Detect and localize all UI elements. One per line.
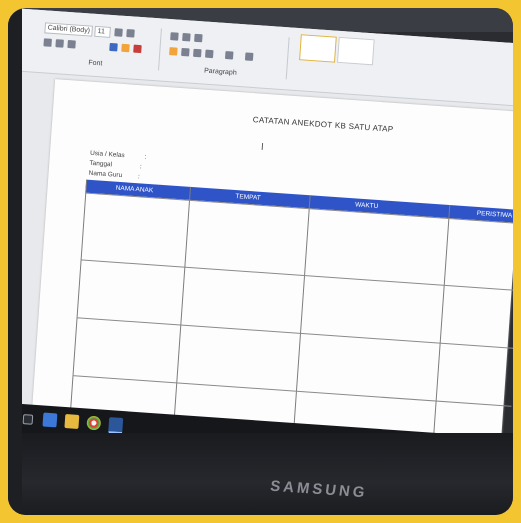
table-row-line (76, 317, 513, 349)
field-separator: : (139, 163, 142, 171)
multilevel-list-icon[interactable] (194, 33, 203, 43)
field-usia-kelas: Usia / Kelas : (90, 150, 147, 161)
style-normal-tile[interactable] (299, 34, 337, 63)
shading-icon[interactable] (244, 52, 254, 61)
word-icon[interactable] (108, 417, 124, 435)
font-color-icon[interactable] (133, 44, 142, 54)
file-explorer-icon[interactable] (64, 414, 80, 429)
ribbon-separator (158, 28, 162, 71)
field-label: Usia / Kelas (89, 149, 125, 160)
font-name-value: Calibri (Body) (47, 24, 91, 35)
table-row-line (72, 375, 512, 407)
header-waktu: WAKTU (354, 201, 379, 211)
field-label: Nama Guru (88, 169, 123, 180)
align-right-icon[interactable] (193, 48, 202, 58)
paragraph-group-label: Paragraph (203, 67, 237, 77)
bold-icon[interactable] (43, 38, 52, 47)
grow-font-icon[interactable] (114, 28, 123, 37)
field-tanggal: Tanggal : (89, 160, 142, 171)
photo: Calibri (Body) 11 Font Paragraph CATATAN… (8, 8, 513, 515)
highlight-icon[interactable] (121, 43, 130, 53)
style-nospacing-tile[interactable] (336, 36, 375, 66)
header-peristiwa: PERISTIWA (476, 209, 513, 220)
font-group-label: Font (88, 59, 103, 68)
text-effects-icon[interactable] (109, 42, 118, 52)
line-spacing-icon[interactable] (224, 50, 234, 60)
font-size-value: 11 (97, 28, 106, 36)
text-cursor-icon: I (260, 141, 265, 153)
ribbon-separator (285, 37, 290, 80)
align-center-icon[interactable] (181, 47, 190, 57)
font-name-box[interactable]: Calibri (Body) (44, 22, 93, 37)
justify-icon[interactable] (205, 49, 214, 59)
font-size-box[interactable]: 11 (94, 25, 111, 38)
header-nama-anak: NAMA ANAK (115, 184, 154, 195)
underline-icon[interactable] (67, 39, 76, 49)
table-row-line (80, 259, 513, 292)
align-left-icon[interactable] (169, 47, 178, 56)
field-separator: : (137, 173, 141, 181)
shrink-font-icon[interactable] (126, 29, 135, 38)
numbering-icon[interactable] (182, 32, 191, 42)
chrome-icon[interactable] (86, 415, 102, 431)
field-separator: : (144, 153, 147, 161)
monitor-bezel-left (8, 8, 22, 515)
monitor-bottom-bezel (8, 433, 513, 515)
field-nama-guru: Nama Guru : (88, 170, 140, 181)
header-tempat: TEMPAT (235, 193, 261, 202)
italic-icon[interactable] (55, 39, 64, 48)
document-title: CATATAN ANEKDOT KB SATU ATAP (252, 115, 394, 134)
task-view-icon[interactable] (42, 412, 58, 428)
search-icon[interactable] (22, 414, 34, 425)
field-label: Tanggal (89, 159, 113, 169)
bullets-icon[interactable] (170, 32, 179, 41)
